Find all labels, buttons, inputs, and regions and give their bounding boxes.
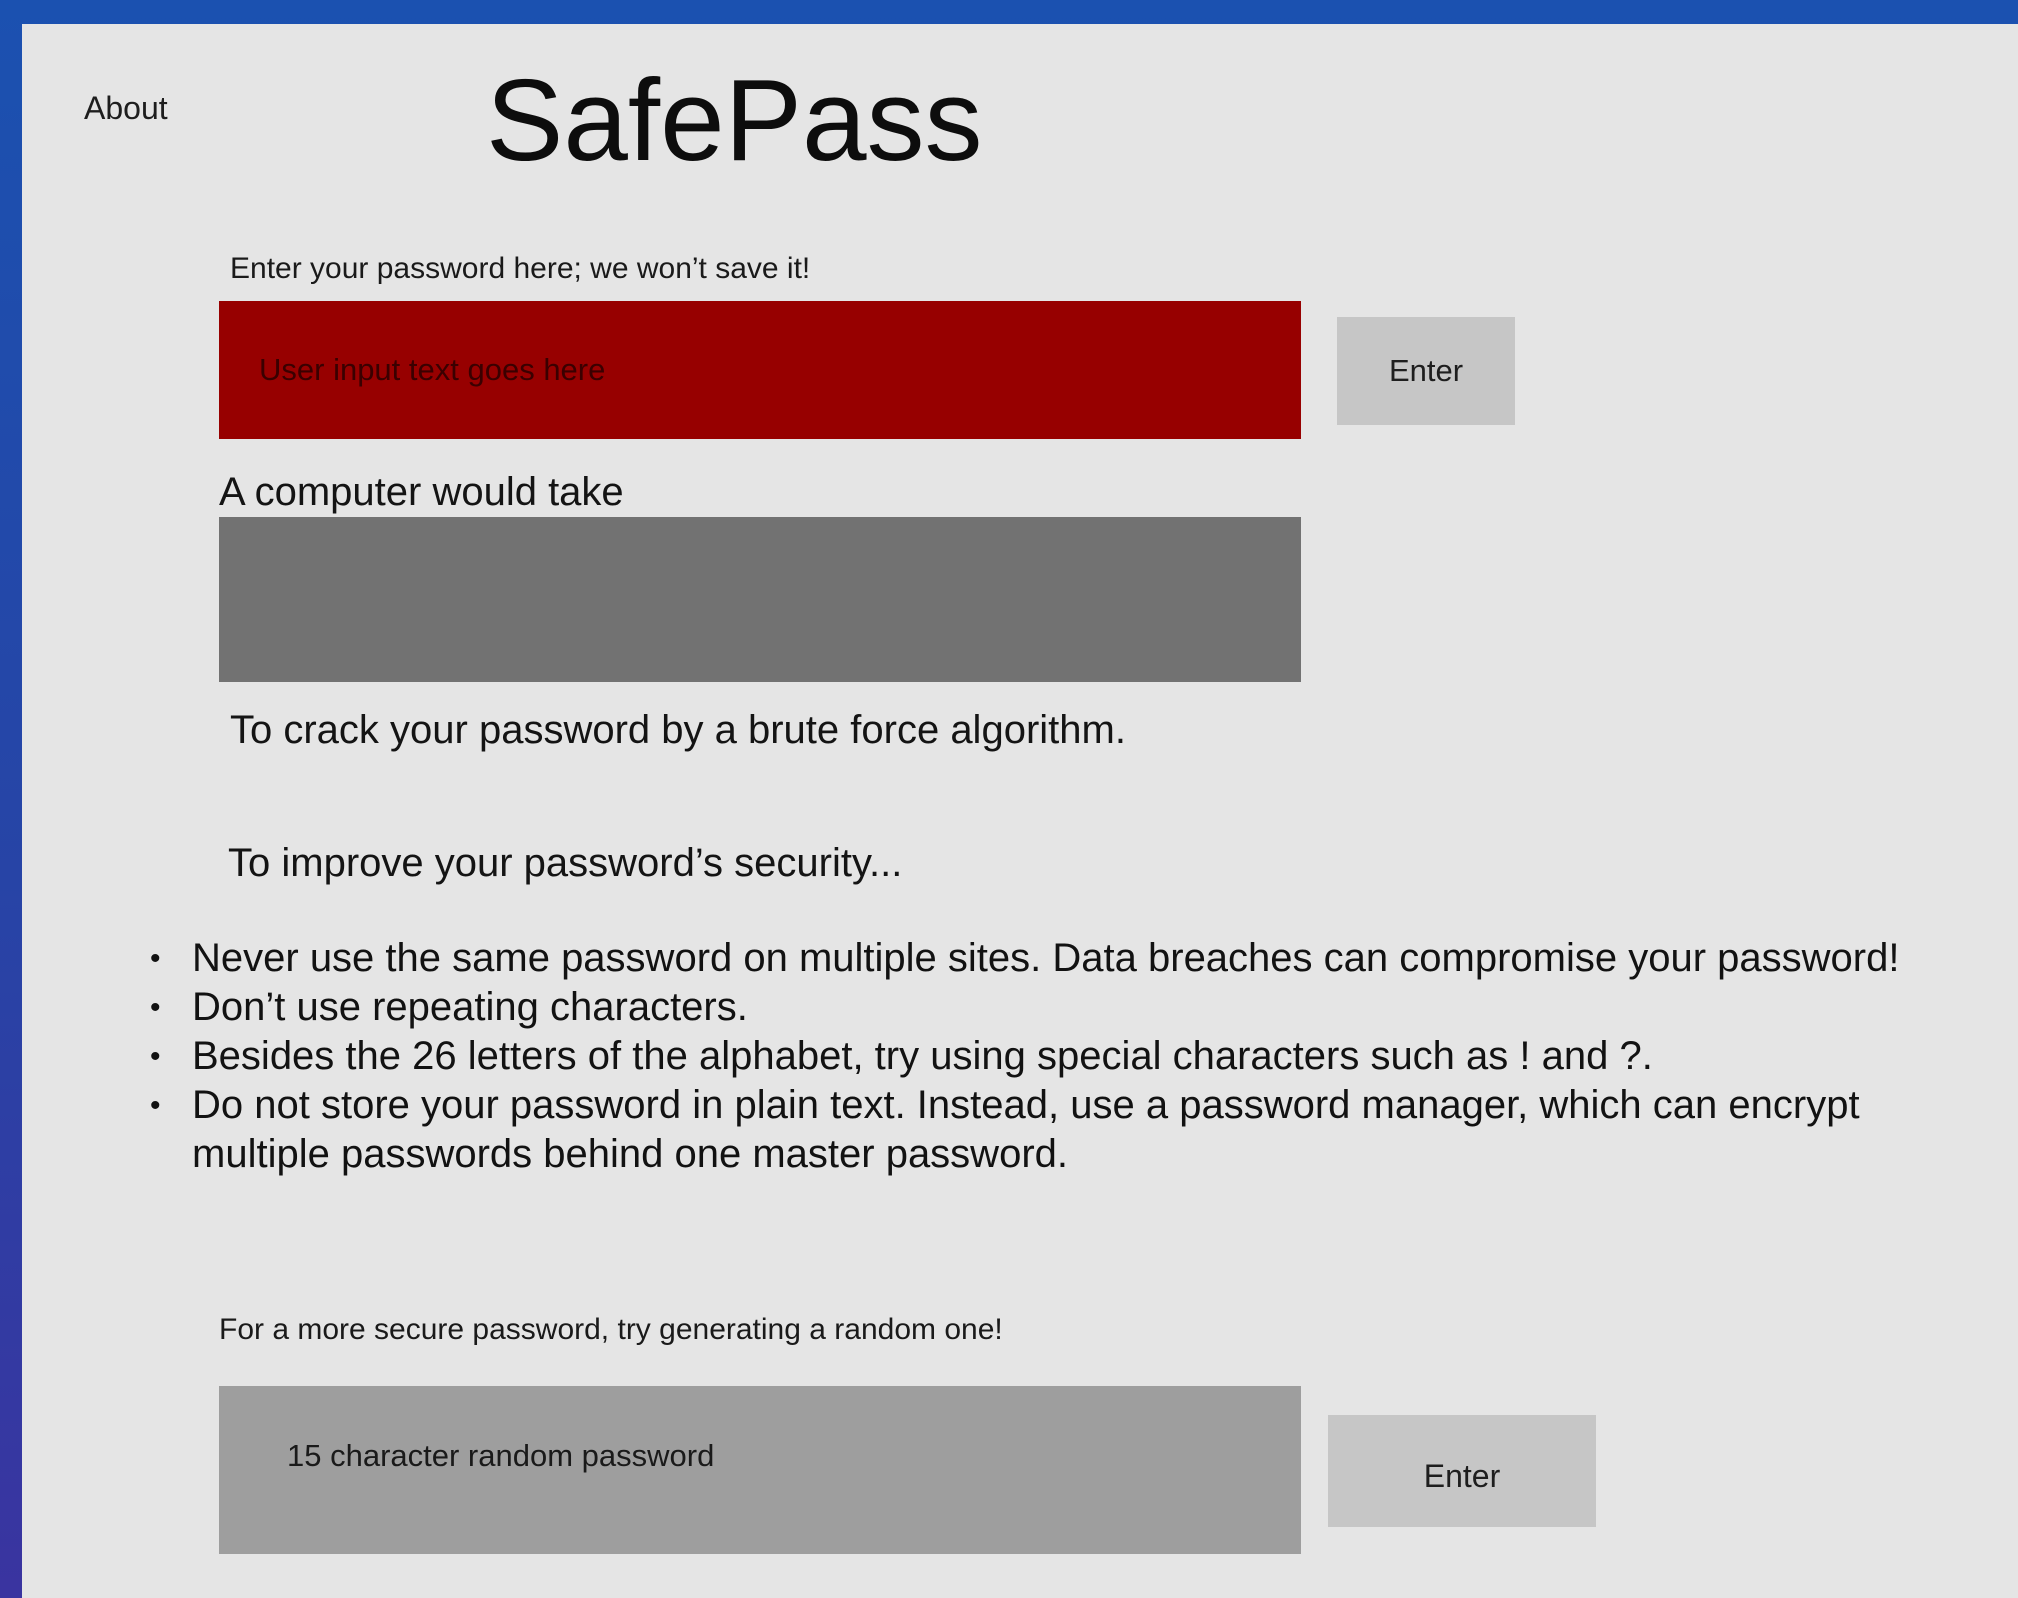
tip-item: Never use the same password on multiple … <box>148 934 2008 983</box>
tip-item: Besides the 26 letters of the alphabet, … <box>148 1032 2008 1081</box>
crack-time-label: A computer would take <box>219 470 624 514</box>
check-password-enter-button[interactable]: Enter <box>1337 317 1515 425</box>
generate-password-enter-button[interactable]: Enter <box>1328 1415 1596 1527</box>
page-container: About SafePass Enter your password here;… <box>22 24 2018 1598</box>
tip-item: Don’t use repeating characters. <box>148 983 2008 1032</box>
tips-list: Never use the same password on multiple … <box>148 934 2008 1179</box>
crack-time-output <box>219 517 1301 682</box>
random-password-output: 15 character random password <box>219 1386 1301 1554</box>
tip-item: Do not store your password in plain text… <box>148 1081 2008 1179</box>
app-title: SafePass <box>486 55 983 185</box>
tips-heading: To improve your password’s security... <box>228 841 903 885</box>
about-link[interactable]: About <box>84 90 168 127</box>
generator-label: For a more secure password, try generati… <box>219 1313 1003 1346</box>
password-input-label: Enter your password here; we won’t save … <box>230 252 811 285</box>
crack-time-suffix: To crack your password by a brute force … <box>230 708 1126 752</box>
password-input[interactable] <box>219 301 1301 439</box>
